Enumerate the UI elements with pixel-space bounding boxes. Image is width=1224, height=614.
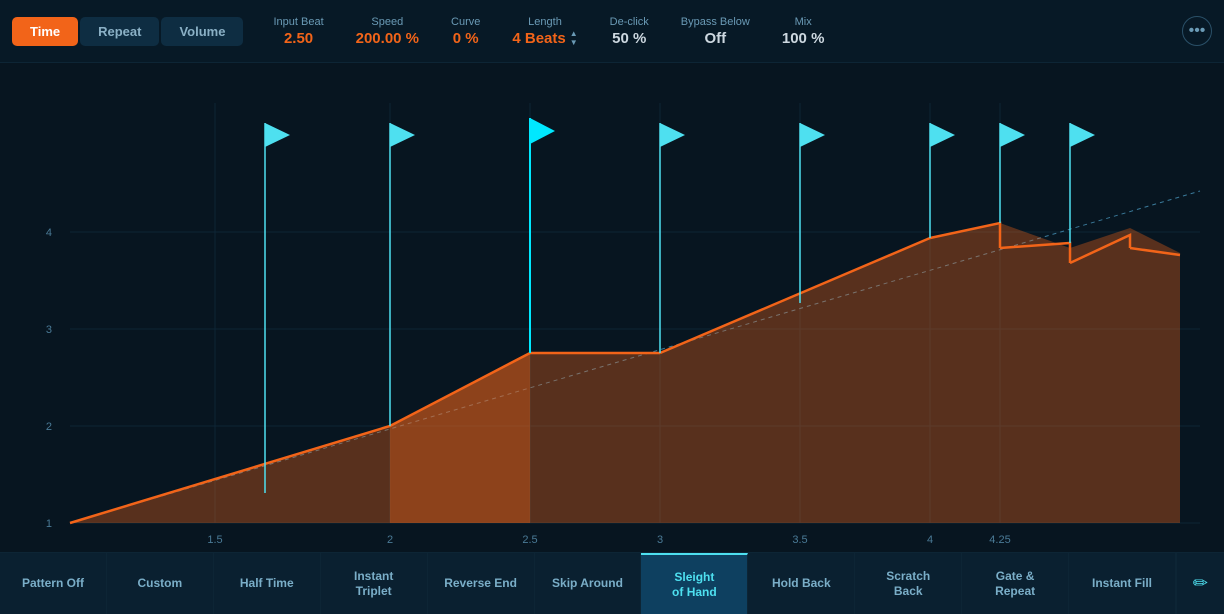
svg-text:1: 1 — [46, 518, 52, 530]
preset-instant-fill[interactable]: Instant Fill — [1069, 553, 1176, 614]
top-bar: Time Repeat Volume Input Beat 2.50 Speed… — [0, 0, 1224, 63]
param-mix-value[interactable]: 100 % — [782, 30, 825, 47]
svg-text:2: 2 — [46, 421, 52, 433]
tab-volume[interactable]: Volume — [161, 17, 243, 46]
param-declick: De-click 50 % — [610, 16, 649, 47]
param-curve-label: Curve — [451, 16, 480, 28]
svg-text:4: 4 — [46, 227, 52, 239]
param-mix-label: Mix — [795, 16, 812, 28]
tab-repeat[interactable]: Repeat — [80, 17, 159, 46]
param-speed: Speed 200.00 % — [356, 16, 419, 47]
pencil-button[interactable]: ✏ — [1176, 553, 1224, 614]
param-input-beat-label: Input Beat — [273, 16, 323, 28]
length-arrows: ▲ ▼ — [570, 30, 578, 47]
param-length: Length 4 Beats ▲ ▼ — [512, 16, 577, 47]
preset-skip-around[interactable]: Skip Around — [535, 553, 642, 614]
param-declick-value[interactable]: 50 % — [612, 30, 646, 47]
chart-svg: 1 2 3 4 1.5 2 2.5 3 3.5 4 4.25 — [0, 63, 1224, 552]
param-bypass: Bypass Below Off — [681, 16, 750, 47]
param-bypass-label: Bypass Below — [681, 16, 750, 28]
svg-text:2.5: 2.5 — [522, 534, 537, 546]
arrow-up-icon[interactable]: ▲ — [570, 30, 578, 38]
tab-group: Time Repeat Volume — [12, 17, 243, 46]
preset-sleight-of-hand[interactable]: Sleightof Hand — [641, 553, 748, 614]
pencil-icon: ✏ — [1193, 573, 1208, 594]
svg-text:3: 3 — [46, 324, 52, 336]
preset-reverse-end[interactable]: Reverse End — [428, 553, 535, 614]
svg-text:1.5: 1.5 — [207, 534, 222, 546]
preset-scratch-back[interactable]: ScratchBack — [855, 553, 962, 614]
param-curve: Curve 0 % — [451, 16, 480, 47]
param-input-beat-value[interactable]: 2.50 — [284, 30, 313, 47]
svg-text:4.25: 4.25 — [989, 534, 1010, 546]
svg-text:3.5: 3.5 — [792, 534, 807, 546]
param-declick-label: De-click — [610, 16, 649, 28]
more-button[interactable]: ••• — [1182, 16, 1212, 46]
chart-area: Beat 1 2 3 4 1.5 2 2.5 3 3.5 4 — [0, 63, 1224, 552]
param-speed-label: Speed — [371, 16, 403, 28]
tab-time[interactable]: Time — [12, 17, 78, 46]
svg-text:4: 4 — [927, 534, 933, 546]
preset-half-time[interactable]: Half Time — [214, 553, 321, 614]
svg-text:2: 2 — [387, 534, 393, 546]
preset-pattern-off[interactable]: Pattern Off — [0, 553, 107, 614]
params-area: Input Beat 2.50 Speed 200.00 % Curve 0 %… — [273, 16, 1182, 47]
svg-text:3: 3 — [657, 534, 663, 546]
param-length-stepper[interactable]: 4 Beats ▲ ▼ — [512, 30, 577, 47]
param-mix: Mix 100 % — [782, 16, 825, 47]
preset-hold-back[interactable]: Hold Back — [748, 553, 855, 614]
param-bypass-value[interactable]: Off — [704, 30, 726, 47]
param-length-label: Length — [528, 16, 562, 28]
arrow-down-icon[interactable]: ▼ — [570, 39, 578, 47]
preset-custom[interactable]: Custom — [107, 553, 214, 614]
param-length-value: 4 Beats — [512, 30, 565, 47]
param-input-beat: Input Beat 2.50 — [273, 16, 323, 47]
preset-bar: Pattern Off Custom Half Time InstantTrip… — [0, 552, 1224, 614]
preset-gate-repeat[interactable]: Gate &Repeat — [962, 553, 1069, 614]
preset-instant-triplet[interactable]: InstantTriplet — [321, 553, 428, 614]
param-speed-value[interactable]: 200.00 % — [356, 30, 419, 47]
param-curve-value[interactable]: 0 % — [453, 30, 479, 47]
